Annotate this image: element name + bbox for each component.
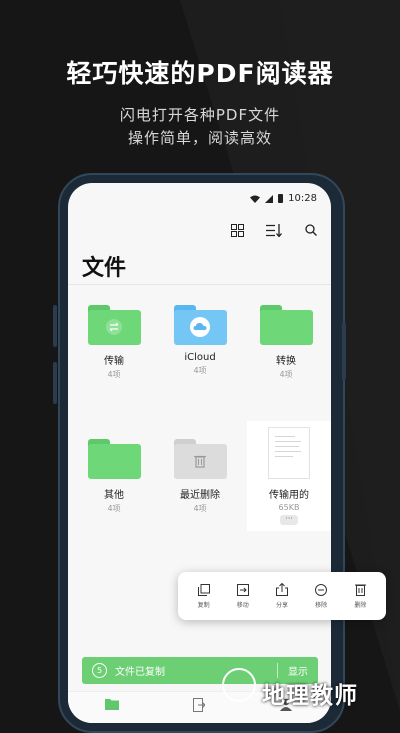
transfer-icon [106, 319, 122, 335]
trash-icon [194, 455, 206, 468]
item-name: 传输用的 [269, 490, 309, 501]
phone-screen: 10:28 文件 传输 4项 iCloud 4项 转换 4项 其他 4项 最近删… [68, 183, 331, 723]
tab-import-icon[interactable] [193, 698, 205, 712]
cloud-icon [190, 317, 210, 337]
item-count: 4项 [107, 370, 121, 379]
document-item[interactable]: 传输用的 65KB ··· [247, 421, 331, 531]
action-label: 移动 [236, 601, 249, 609]
watermark-logo [222, 668, 256, 702]
grid-view-icon [230, 223, 244, 237]
toolbar [228, 221, 320, 239]
remove-button[interactable]: 移除 [305, 583, 337, 609]
folder-icon [87, 305, 141, 345]
folder-icon [173, 439, 227, 479]
promo-headline: 轻巧快速的PDF阅读器 [66, 59, 334, 88]
promo-subline: 闪电打开各种PDF文件 [119, 106, 281, 124]
status-bar: 10:28 [250, 193, 317, 204]
folder-icon [259, 305, 313, 345]
action-label: 分享 [275, 602, 288, 609]
item-count: 4项 [193, 366, 207, 375]
item-name: 传输 [104, 356, 124, 367]
folder-item-convert[interactable]: 转换 4项 [243, 305, 329, 380]
copy-icon [197, 583, 210, 596]
promo-subline: 操作简单，阅读高效 [127, 129, 272, 147]
selection-action-bar: 复制 移动 分享 移除 删除 [178, 572, 386, 620]
folder-icon [173, 305, 227, 345]
sort-button[interactable] [265, 221, 283, 239]
watermark: 地理教师 [262, 683, 358, 709]
copy-button[interactable]: 复制 [188, 583, 220, 609]
delete-button[interactable]: 删除 [344, 583, 376, 609]
item-name: 最近删除 [180, 490, 220, 501]
action-label: 复制 [197, 601, 210, 609]
more-options-button[interactable]: ··· [280, 515, 298, 525]
signal-icon [265, 194, 274, 203]
item-count: 4项 [107, 504, 121, 513]
folder-icon [87, 439, 141, 479]
phone-side-button [53, 362, 57, 404]
remove-icon [315, 583, 328, 596]
document-thumbnail-icon [268, 427, 310, 479]
item-name: 其他 [104, 490, 124, 501]
folder-item-recently-deleted[interactable]: 最近删除 4项 [157, 439, 243, 514]
share-icon [275, 583, 288, 596]
move-icon [236, 583, 249, 596]
wifi-icon [250, 195, 261, 203]
divider [68, 284, 331, 285]
battery-icon [278, 194, 284, 203]
folder-item-other[interactable]: 其他 4项 [71, 439, 157, 514]
status-time: 10:28 [288, 193, 317, 204]
move-button[interactable]: 移动 [227, 583, 259, 609]
grid-view-button[interactable] [228, 221, 246, 239]
item-size: 65KB [278, 503, 300, 512]
share-button[interactable]: 分享 [266, 583, 298, 609]
tab-files-icon[interactable] [105, 698, 119, 710]
item-name: iCloud [184, 352, 216, 363]
sort-icon [266, 223, 282, 237]
action-label: 移除 [315, 601, 328, 609]
page-title: 文件 [82, 256, 127, 281]
phone-side-button [342, 322, 346, 380]
folder-item-icloud[interactable]: iCloud 4项 [157, 305, 243, 376]
search-icon [305, 224, 317, 236]
action-label: 删除 [354, 602, 367, 609]
folder-item-transfer[interactable]: 传输 4项 [71, 305, 157, 380]
item-name: 转换 [276, 356, 296, 367]
item-count: 4项 [193, 504, 207, 513]
toast-count: 5 [92, 663, 107, 678]
phone-side-button [53, 305, 57, 347]
delete-icon [354, 584, 366, 596]
search-button[interactable] [302, 221, 320, 239]
item-count: 4项 [279, 370, 293, 379]
